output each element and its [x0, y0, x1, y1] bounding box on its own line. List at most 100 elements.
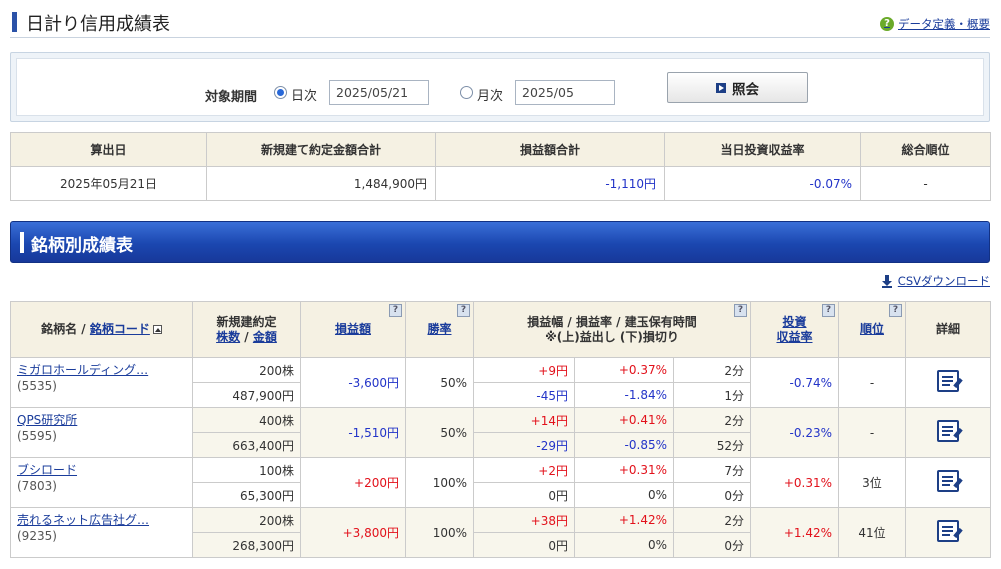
daily-radio[interactable] — [274, 86, 287, 99]
page-title: 日計り信用成績表 — [26, 14, 170, 35]
header-yield: ? 投資 収益率 — [750, 301, 839, 358]
detail-document-icon[interactable] — [937, 370, 959, 392]
summary-pl-total: -1,110円 — [435, 166, 665, 201]
period-panel: 対象期間 日次 2025/05/21 月次 2025/05 照会 — [10, 52, 990, 122]
sort-by-yield-link[interactable]: 投資 収益率 — [776, 315, 812, 344]
amount-cell: 65,300円 — [192, 482, 301, 508]
win-rate-cell: 100% — [405, 507, 474, 558]
yield-cell: +1.42% — [750, 507, 839, 558]
win-rate-cell: 100% — [405, 457, 474, 508]
yield-cell: +0.31% — [750, 457, 839, 508]
summary-header-rank: 総合順位 — [860, 132, 991, 167]
table-row: QPS研究所 (5595) 400株 -1,510円 50% +14円 +0.41% 2分 -0… — [10, 407, 991, 458]
csv-download-link[interactable]: CSVダウンロード — [881, 273, 990, 289]
loss-rate-cell: 0% — [574, 532, 674, 558]
header-range-line1: 損益幅 / 損益率 / 建玉保有時間 — [527, 314, 697, 329]
sort-by-pl-link[interactable]: 損益額 — [335, 322, 371, 336]
detail-document-icon[interactable] — [937, 470, 959, 492]
help-question-icon[interactable]: ? — [889, 304, 902, 317]
win-rate-cell: 50% — [405, 407, 474, 458]
section-header: 銘柄別成績表 — [10, 221, 990, 263]
profit-rate-cell: +0.41% — [574, 407, 674, 433]
sort-by-shares-link[interactable]: 株数 — [216, 330, 240, 344]
sort-by-code-link[interactable]: 銘柄コード — [90, 322, 150, 336]
daily-radio-label[interactable]: 日次 — [291, 85, 317, 104]
stock-code: (9235) — [17, 529, 57, 543]
table-row: ブシロード (7803) 100株 +200円 100% +2円 +0.31% 7分 +0.31… — [10, 457, 991, 508]
pl-cell: +3,800円 — [300, 507, 406, 558]
sort-ascending-icon[interactable] — [152, 325, 162, 334]
pl-cell: -1,510円 — [300, 407, 406, 458]
query-button-label: 照会 — [732, 81, 759, 98]
yield-cell: -0.74% — [750, 357, 839, 408]
summary-header-yield: 当日投資収益率 — [664, 132, 861, 167]
profit-range-cell: +9円 — [473, 357, 575, 383]
stock-name-link[interactable]: QPS研究所 — [17, 411, 192, 428]
header-rank: ? 順位 — [838, 301, 906, 358]
stock-cell: ミガロホールディング… (5535) — [10, 357, 193, 408]
yield-cell: -0.23% — [750, 407, 839, 458]
shares-cell: 100株 — [192, 457, 301, 483]
summary-header-date: 算出日 — [10, 132, 207, 167]
monthly-radio-label[interactable]: 月次 — [477, 85, 503, 104]
header-slash: / — [81, 322, 86, 336]
loss-rate-cell: -1.84% — [574, 382, 674, 408]
header-range: ? 損益幅 / 損益率 / 建玉保有時間 ※(上)益出し (下)損切り — [473, 301, 751, 358]
rank-cell: - — [838, 357, 906, 408]
header-win-rate: ? 勝率 — [405, 301, 474, 358]
stock-name-link[interactable]: 売れるネット広告社グ… — [17, 511, 192, 528]
summary-value-row: 2025年05月21日 1,484,900円 -1,110円 -0.07% - — [10, 166, 991, 201]
sort-by-win-rate-link[interactable]: 勝率 — [427, 322, 451, 336]
header-detail: 詳細 — [905, 301, 991, 358]
help-question-icon[interactable]: ? — [389, 304, 402, 317]
summary-yield: -0.07% — [664, 166, 861, 201]
profit-range-cell: +14円 — [473, 407, 575, 433]
loss-hold-time-cell: 0分 — [673, 532, 751, 558]
profit-rate-cell: +0.37% — [574, 357, 674, 383]
download-icon — [881, 274, 892, 288]
win-rate-cell: 50% — [405, 357, 474, 408]
detail-table-body: ミガロホールディング… (5535) 200株 -3,600円 50% +9円 +0.37%… — [10, 357, 991, 558]
summary-header-contract: 新規建て約定金額合計 — [206, 132, 436, 167]
data-definition-label[interactable]: データ定義・概要 — [898, 16, 990, 32]
stock-name-link[interactable]: ミガロホールディング… — [17, 361, 192, 378]
rank-cell: 3位 — [838, 457, 906, 508]
loss-rate-cell: 0% — [574, 482, 674, 508]
page-header: 日計り信用成績表 ? データ定義・概要 — [10, 8, 990, 38]
header-slash-2: / — [244, 329, 249, 344]
period-inner: 対象期間 日次 2025/05/21 月次 2025/05 照会 — [16, 58, 984, 116]
csv-download-label[interactable]: CSVダウンロード — [898, 273, 990, 289]
help-question-icon[interactable]: ? — [822, 304, 835, 317]
sort-by-amount-link[interactable]: 金額 — [253, 330, 277, 344]
query-button[interactable]: 照会 — [667, 72, 808, 103]
rank-cell: 41位 — [838, 507, 906, 558]
monthly-date-input[interactable]: 2025/05 — [515, 80, 615, 105]
profit-rate-cell: +1.42% — [574, 507, 674, 533]
header-yield-line2: 収益率 — [776, 329, 813, 344]
amount-cell: 487,900円 — [192, 382, 301, 408]
detail-document-icon[interactable] — [937, 520, 959, 542]
shares-cell: 200株 — [192, 357, 301, 383]
table-row: 売れるネット広告社グ… (9235) 200株 +3,800円 100% +38円 +1.4… — [10, 507, 991, 558]
period-label: 対象期間 — [205, 90, 258, 105]
profit-rate-cell: +0.31% — [574, 457, 674, 483]
daily-date-input[interactable]: 2025/05/21 — [329, 80, 429, 105]
summary-date: 2025年05月21日 — [10, 166, 207, 201]
detail-document-icon[interactable] — [937, 420, 959, 442]
monthly-radio[interactable] — [460, 86, 473, 99]
help-question-icon[interactable]: ? — [457, 304, 470, 317]
sort-by-rank-link[interactable]: 順位 — [860, 322, 884, 336]
amount-cell: 268,300円 — [192, 532, 301, 558]
stock-name-link[interactable]: ブシロード — [17, 461, 192, 478]
data-definition-link[interactable]: ? データ定義・概要 — [880, 16, 990, 32]
help-question-icon[interactable]: ? — [734, 304, 747, 317]
loss-hold-time-cell: 0分 — [673, 482, 751, 508]
loss-range-cell: 0円 — [473, 532, 575, 558]
summary-rank: - — [860, 166, 991, 201]
table-row: ミガロホールディング… (5535) 200株 -3,600円 50% +9円 +0.37%… — [10, 357, 991, 408]
summary-contract-total: 1,484,900円 — [206, 166, 436, 201]
loss-range-cell: -45円 — [473, 382, 575, 408]
profit-range-cell: +2円 — [473, 457, 575, 483]
loss-rate-cell: -0.85% — [574, 432, 674, 458]
shares-cell: 400株 — [192, 407, 301, 433]
